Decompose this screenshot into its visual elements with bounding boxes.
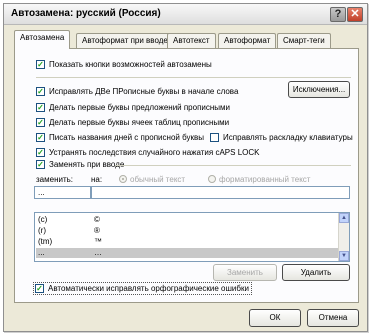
delete-button[interactable]: Удалить (282, 264, 350, 281)
two-initial-caps-label: Исправлять ДВе ПРописные буквы в начале … (49, 87, 239, 96)
cancel-button[interactable]: Отмена (307, 309, 359, 327)
separator (36, 77, 351, 78)
ok-button[interactable]: ОК (249, 309, 301, 327)
capitalize-days-label: Писать названия дней с прописной буквы (49, 133, 204, 142)
fix-keyboard-layout-option[interactable]: Исправлять раскладку клавиатуры (210, 132, 353, 143)
capitalize-table-cells-checkbox[interactable]: ✓ (36, 118, 45, 127)
capitalize-sentences-checkbox[interactable]: ✓ (36, 103, 45, 112)
caps-lock-checkbox[interactable]: ✓ (36, 148, 45, 157)
capitalize-sentences-label: Делать первые буквы предложений прописны… (49, 103, 231, 112)
with-input[interactable] (91, 186, 350, 199)
spelling-label: Автоматически исправлять орфографические… (48, 284, 249, 293)
entry-with: © (94, 215, 100, 224)
list-item[interactable]: (c) © (36, 215, 338, 225)
list-item[interactable]: (r) ® (36, 226, 338, 236)
replace-as-you-type-option[interactable]: ✓ Заменять при вводе (36, 159, 124, 170)
tab-autoformat[interactable]: Автоформат (218, 33, 277, 48)
entry-with: ™ (94, 237, 102, 246)
exceptions-button[interactable]: Исключения... (288, 81, 350, 98)
tab-autoformat-as-you-type[interactable]: Автоформат при вводе (76, 33, 174, 48)
replace-as-you-type-label: Заменять при вводе (49, 160, 125, 169)
help-button[interactable]: ? (330, 7, 346, 22)
entry-replace: ... (38, 248, 45, 257)
autocorrect-dialog: Автозамена: русский (Россия) ? ✕ Автозам… (3, 3, 368, 332)
capitalize-sentences-option[interactable]: ✓ Делать первые буквы предложений прописн… (36, 102, 230, 113)
entry-with: ® (94, 226, 100, 235)
list-scrollbar[interactable]: ▲ ▼ (338, 213, 349, 261)
formatted-text-label: форматированный текст (219, 175, 311, 184)
entry-replace: (r) (38, 226, 46, 235)
entry-with: … (94, 248, 102, 257)
scroll-down-arrow-icon[interactable]: ▼ (339, 251, 349, 261)
capitalize-table-cells-option[interactable]: ✓ Делать первые буквы ячеек таблиц пропис… (36, 117, 229, 128)
formatted-text-radio[interactable] (208, 175, 216, 183)
title-bar[interactable]: Автозамена: русский (Россия) ? ✕ (4, 4, 367, 25)
entry-replace: (tm) (38, 237, 53, 246)
plain-text-option[interactable]: обычный текст (119, 174, 185, 185)
fix-keyboard-layout-label: Исправлять раскладку клавиатуры (223, 133, 353, 142)
formatted-text-option[interactable]: форматированный текст (208, 174, 310, 185)
fix-keyboard-layout-checkbox[interactable] (210, 133, 219, 142)
plain-text-radio[interactable] (119, 175, 127, 183)
capitalize-days-checkbox[interactable]: ✓ (36, 133, 45, 142)
two-initial-caps-checkbox[interactable]: ✓ (36, 87, 45, 96)
close-button[interactable]: ✕ (347, 7, 363, 22)
tab-autocorrect[interactable]: Автозамена (14, 30, 71, 49)
capitalize-days-option[interactable]: ✓ Писать названия дней с прописной буквы (36, 132, 204, 143)
entry-replace: (c) (38, 215, 48, 224)
tab-smart-tags[interactable]: Смарт-теги (277, 33, 331, 48)
spelling-option[interactable]: ✓ Автоматически исправлять орфографически… (33, 282, 252, 295)
list-item-selected[interactable]: ... … (36, 248, 338, 258)
plain-text-label: обычный текст (130, 175, 186, 184)
replace-field-label: заменить: (36, 175, 74, 184)
two-initial-caps-option[interactable]: ✓ Исправлять ДВе ПРописные буквы в начале… (36, 86, 238, 97)
replace-group-line (115, 165, 351, 166)
replace-button[interactable]: Заменить (213, 264, 277, 281)
autocorrect-panel: ✓ Показать кнопки возможностей автозамены… (14, 48, 359, 303)
show-buttons-option[interactable]: ✓ Показать кнопки возможностей автозамены (36, 59, 212, 70)
scroll-up-arrow-icon[interactable]: ▲ (339, 213, 349, 223)
show-buttons-label: Показать кнопки возможностей автозамены (49, 60, 212, 69)
list-item[interactable]: (tm) ™ (36, 237, 338, 247)
spelling-checkbox[interactable]: ✓ (35, 284, 44, 293)
with-field-label: на: (91, 175, 103, 184)
replace-as-you-type-checkbox[interactable]: ✓ (36, 160, 45, 169)
window-title: Автозамена: русский (Россия) (11, 8, 161, 19)
capitalize-table-cells-label: Делать первые буквы ячеек таблиц прописн… (49, 118, 230, 127)
replace-input[interactable]: ... (34, 186, 91, 199)
tab-autotext[interactable]: Автотекст (167, 33, 216, 48)
caps-lock-option[interactable]: ✓ Устранять последствия случайного нажати… (36, 147, 259, 158)
entries-list[interactable]: (c) © (r) ® (tm) ™ ... … ▲ ▼ (34, 212, 350, 262)
show-buttons-checkbox[interactable]: ✓ (36, 60, 45, 69)
caps-lock-label: Устранять последствия случайного нажатия… (49, 148, 260, 157)
